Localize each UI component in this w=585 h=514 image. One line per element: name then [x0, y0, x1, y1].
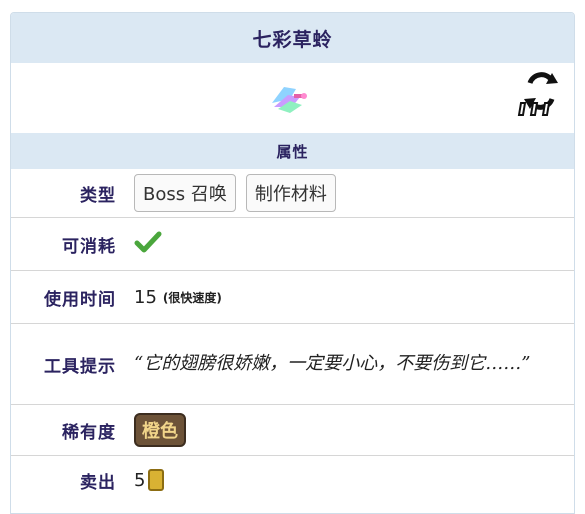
row-rarity: 稀有度 橙色 — [11, 405, 574, 456]
row-value: 5 — [116, 456, 574, 504]
sell-value: 5 — [134, 469, 146, 491]
tag-boss-summon[interactable]: Boss 召唤 — [134, 174, 236, 212]
row-label: 使用时间 — [44, 289, 116, 310]
row-label: 可消耗 — [62, 236, 116, 257]
rainbow-dragonfly-icon — [266, 77, 310, 121]
item-title: 七彩草蛉 — [11, 13, 574, 63]
use-time-note: (很快速度) — [162, 290, 222, 305]
section-title: 属性 — [276, 142, 309, 161]
use-time-value: 15 — [134, 286, 157, 308]
item-infobox: 七彩草蛉 属性 类型 Boss 召唤 制作材料 可消耗 使用时间 15 (很快速… — [10, 12, 575, 514]
item-image-row — [11, 63, 574, 133]
row-consumable: 可消耗 — [11, 218, 574, 271]
row-value: 15 (很快速度) — [116, 271, 574, 323]
row-type: 类型 Boss 召唤 制作材料 — [11, 169, 574, 218]
row-value: Boss 召唤 制作材料 — [116, 169, 574, 217]
rarity-badge: 橙色 — [134, 413, 186, 447]
row-use-time: 使用时间 15 (很快速度) — [11, 271, 574, 324]
row-label: 卖出 — [80, 472, 116, 493]
row-sell: 卖出 5 — [11, 456, 574, 504]
row-value: 橙色 — [116, 405, 574, 455]
gold-coin-icon — [148, 469, 165, 491]
tag-crafting-material[interactable]: 制作材料 — [245, 174, 336, 212]
row-label: 稀有度 — [62, 422, 116, 443]
row-label: 工具提示 — [44, 356, 116, 377]
checkmark-icon — [134, 230, 162, 259]
item-title-text: 七彩草蛉 — [252, 28, 333, 51]
tooltip-text: “它的翅膀很娇嫩，一定要小心，不要伤到它……” — [134, 353, 531, 374]
section-header-attributes: 属性 — [11, 133, 574, 169]
row-value — [116, 218, 574, 270]
row-label: 类型 — [80, 185, 116, 206]
row-tooltip: 工具提示 “它的翅膀很娇嫩，一定要小心，不要伤到它……” — [11, 324, 574, 405]
row-value: “它的翅膀很娇嫩，一定要小心，不要伤到它……” — [116, 324, 574, 404]
autoreuse-icon — [516, 69, 564, 121]
